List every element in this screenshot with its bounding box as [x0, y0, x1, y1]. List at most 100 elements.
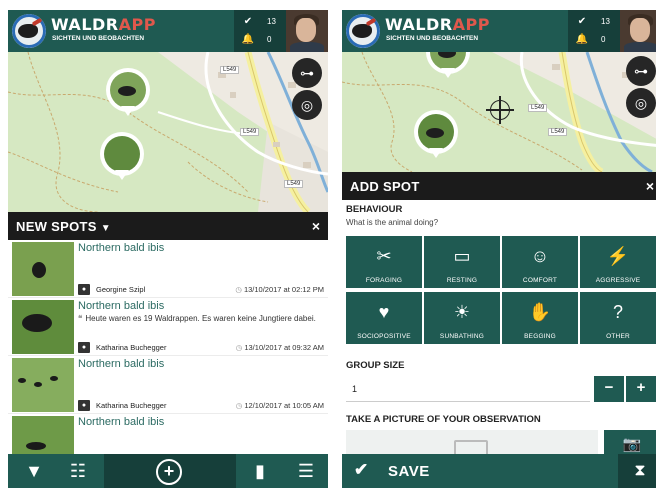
camera-icon: 📷: [622, 436, 642, 453]
image-placeholder-icon: [454, 440, 488, 454]
quote-icon: ❝: [78, 314, 83, 323]
group-size-title: GROUP SIZE: [346, 360, 405, 371]
list-item[interactable]: Northern bald ibis ❝ Heute waren es 19 Wa…: [8, 298, 328, 356]
behaviour-resting[interactable]: ▭ RESTING: [424, 236, 500, 288]
bar-chart-icon[interactable]: ▮: [242, 454, 278, 488]
sightings-stat[interactable]: ✔ 13: [241, 16, 276, 27]
hourglass-icon[interactable]: ⧗: [618, 454, 656, 488]
list-icon[interactable]: ☷: [60, 454, 96, 488]
behaviour-comfort[interactable]: ☺ COMFORT: [502, 236, 578, 288]
spot-title[interactable]: Northern bald ibis: [78, 300, 164, 312]
clock-icon: ◷: [235, 285, 242, 294]
save-bar: ✔ SAVE ⧗: [342, 454, 656, 488]
list-item[interactable]: Northern bald ibis ● Georgine Szipl ◷ 13/1…: [8, 240, 328, 298]
spot-title[interactable]: Northern bald ibis: [78, 242, 164, 254]
spot-list[interactable]: Northern bald ibis ● Georgine Szipl ◷ 13/1…: [8, 240, 328, 454]
user-icon: ●: [78, 342, 90, 353]
bottom-nav: ▼ ☷ + ▮ ☰: [8, 454, 328, 488]
add-circle-icon: +: [156, 459, 182, 485]
binoculars-icon[interactable]: ⊶: [626, 56, 656, 86]
duck-icon: ☺: [530, 246, 550, 266]
increment-button[interactable]: +: [626, 376, 656, 402]
behaviour-question: What is the animal doing?: [346, 218, 439, 227]
map-spot-pin[interactable]: [106, 68, 150, 116]
new-spots-title: NEW SPOTS: [16, 219, 97, 234]
app-brand: WALDRAPP: [385, 15, 490, 34]
close-icon[interactable]: ×: [312, 218, 320, 234]
binoculars-check-icon: ✔: [243, 16, 253, 27]
spot-user: Katharina Buchegger: [96, 343, 167, 352]
notifications-stat[interactable]: 🔔 0: [575, 34, 606, 45]
header-stats: ✔ 13 🔔 0: [568, 10, 620, 52]
clock-icon: ◷: [235, 343, 243, 352]
add-spot-header: ADD SPOT ×: [342, 172, 656, 200]
map-spot-pin[interactable]: [414, 110, 458, 158]
group-size-input[interactable]: 1: [346, 376, 590, 402]
spot-user: Katharina Buchegger: [96, 401, 167, 410]
app-logo: [12, 14, 46, 48]
photo-dropzone[interactable]: [346, 430, 598, 454]
sightings-stat[interactable]: ✔ 13: [575, 16, 610, 27]
add-spot-title: ADD SPOT: [350, 179, 420, 194]
spot-photo: [12, 416, 74, 454]
close-icon[interactable]: ×: [646, 178, 654, 194]
question-icon: ?: [612, 302, 623, 322]
spot-note: Heute waren es 19 Waldrappen. Es waren k…: [85, 314, 316, 323]
spot-photo: [12, 300, 74, 354]
list-item[interactable]: Northern bald ibis ● Katharina Buchegger …: [8, 356, 328, 414]
behaviour-sociopositive[interactable]: ♥ SOCIOPOSITIVE: [346, 292, 422, 344]
locate-icon[interactable]: ◎: [292, 90, 322, 120]
crosshair-icon[interactable]: [486, 96, 514, 124]
caret-down-icon[interactable]: ▼: [101, 223, 111, 234]
add-spot-form: BEHAVIOUR What is the animal doing? ✂ FOR…: [342, 200, 656, 454]
app-brand: WALDRAPP: [51, 15, 156, 34]
behaviour-other[interactable]: ? OTHER: [580, 292, 656, 344]
spot-title[interactable]: Northern bald ibis: [78, 358, 164, 370]
header-stats: ✔ 13 🔔 0: [234, 10, 286, 52]
list-item[interactable]: Northern bald ibis: [8, 414, 328, 454]
binoculars-icon[interactable]: ⊶: [292, 58, 322, 88]
notifications-stat[interactable]: 🔔 0: [241, 34, 272, 45]
road-label: L549: [220, 66, 240, 74]
clock-icon: ◷: [235, 401, 243, 410]
picture-title: TAKE A PICTURE OF YOUR OBSERVATION: [346, 414, 541, 425]
user-avatar[interactable]: [620, 10, 656, 52]
camera-button[interactable]: 📷: [604, 430, 656, 454]
locate-icon[interactable]: ◎: [626, 88, 656, 118]
spot-date: 12/10/2017 at 10:05 AM: [244, 401, 324, 410]
spot-date: 13/10/2017 at 09:32 AM: [244, 343, 324, 352]
new-spots-screen: WALDRAPP SICHTEN UND BEOBACHTEN ✔ 13 🔔 0 L…: [8, 10, 328, 488]
map-view[interactable]: L549 L549 ⊶ ◎: [342, 52, 656, 172]
spot-photo: [12, 242, 74, 296]
map-view[interactable]: L549 L549 L549 ⊶ ◎: [8, 52, 328, 212]
app-logo: [346, 14, 380, 48]
lightning-icon: ⚡: [606, 246, 630, 266]
filter-icon[interactable]: ▼: [16, 454, 52, 488]
new-spots-header[interactable]: NEW SPOTS ▼ ×: [8, 212, 328, 240]
binoculars-check-icon: ✔: [577, 16, 587, 27]
user-avatar[interactable]: [286, 10, 328, 52]
behaviour-aggressive[interactable]: ⚡ AGGRESSIVE: [580, 236, 656, 288]
decrement-button[interactable]: −: [594, 376, 624, 402]
behaviour-begging[interactable]: ✋ BEGGING: [502, 292, 578, 344]
behaviour-foraging[interactable]: ✂ FORAGING: [346, 236, 422, 288]
add-spot-screen: WALDRAPP SICHTEN UND BEOBACHTEN ✔ 13 🔔 0 L…: [342, 10, 656, 488]
behaviour-title: BEHAVIOUR: [346, 204, 403, 215]
spot-date: 13/10/2017 at 02:12 PM: [243, 285, 324, 294]
behaviour-sunbathing[interactable]: ☀ SUNBATHING: [424, 292, 500, 344]
user-icon: ●: [78, 284, 90, 295]
menu-icon[interactable]: ☰: [288, 454, 324, 488]
spot-title[interactable]: Northern bald ibis: [78, 416, 164, 428]
app-tagline: SICHTEN UND BEOBACHTEN: [386, 35, 479, 42]
save-button[interactable]: SAVE: [388, 463, 430, 480]
bell-icon: 🔔: [241, 34, 255, 45]
road-label: L549: [548, 128, 568, 136]
map-spot-pin[interactable]: [100, 132, 144, 180]
checkmark-icon[interactable]: ✔: [354, 460, 368, 480]
birds-icon: ♥: [378, 302, 390, 322]
sofa-icon: ▭: [453, 246, 471, 266]
app-header: WALDRAPP SICHTEN UND BEOBACHTEN ✔ 13 🔔 0: [342, 10, 656, 52]
begging-hand-icon: ✋: [528, 302, 552, 322]
road-label: L549: [284, 180, 304, 188]
add-spot-button[interactable]: +: [104, 454, 236, 488]
